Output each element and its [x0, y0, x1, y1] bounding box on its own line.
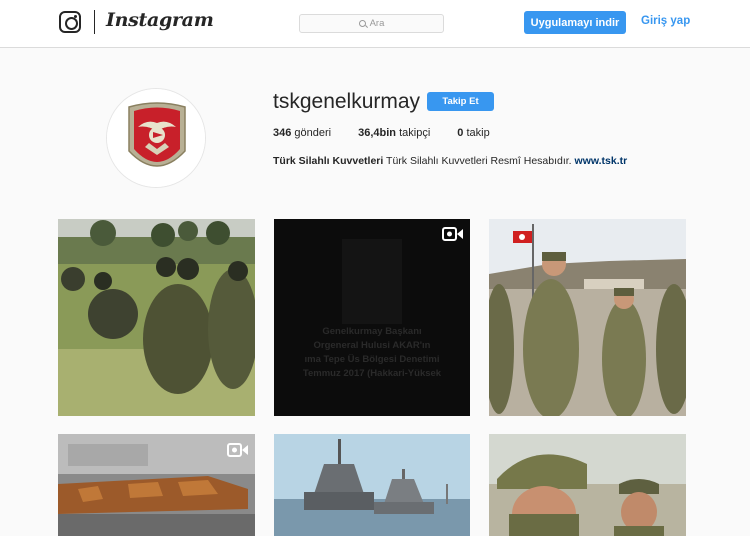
post-thumbnail[interactable]: Genelkurmay Başkanı Orgeneral Hulusi AKA… [274, 219, 470, 416]
post-thumbnail[interactable] [274, 434, 470, 536]
profile-stats: 346 gönderi 36,4bin takipçi 0 takip [273, 127, 517, 139]
post-image [58, 434, 255, 536]
tsk-emblem-icon [107, 89, 205, 187]
svg-text:Genelkurmay Başkanı: Genelkurmay Başkanı [322, 326, 421, 337]
post-thumbnail[interactable] [489, 219, 686, 416]
svg-text:Temmuz 2017 (Hakkari-Yüksek: Temmuz 2017 (Hakkari-Yüksek [303, 368, 442, 379]
search-input[interactable]: Ara [299, 14, 444, 33]
top-navbar: Instagram Ara Uygulamayı indir Giriş yap [0, 0, 750, 48]
following-count[interactable]: 0 takip [457, 127, 489, 139]
search-icon [358, 20, 366, 27]
profile-username: tskgenelkurmay [273, 90, 421, 113]
website-link[interactable]: www.tsk.tr [575, 155, 628, 167]
logo-divider [94, 10, 95, 34]
posts-count: 346 gönderi [273, 127, 332, 139]
search-placeholder: Ara [369, 18, 385, 29]
post-image [489, 434, 686, 536]
svg-text:ıma Tepe Üs Bölgesi Denetimi: ıma Tepe Üs Bölgesi Denetimi [305, 354, 440, 365]
post-image [58, 219, 255, 416]
follow-button[interactable]: Takip Et [427, 92, 494, 111]
profile-bio: Türk Silahlı Kuvvetleri Türk Silahlı Kuv… [273, 155, 627, 167]
video-camera-icon [442, 227, 463, 241]
svg-text:Orgeneral Hulusi AKAR'ın: Orgeneral Hulusi AKAR'ın [314, 340, 431, 351]
video-camera-icon [227, 443, 248, 457]
post-thumbnail[interactable] [58, 434, 255, 536]
instagram-camera-icon[interactable] [59, 11, 81, 33]
post-image [274, 434, 470, 536]
profile-full-name: Türk Silahlı Kuvvetleri [273, 155, 384, 167]
post-thumbnail[interactable] [58, 219, 255, 416]
download-app-button[interactable]: Uygulamayı indir [524, 11, 626, 34]
post-image [489, 219, 686, 416]
profile-avatar[interactable] [106, 88, 206, 188]
followers-count[interactable]: 36,4bin takipçi [358, 127, 430, 139]
login-link[interactable]: Giriş yap [641, 15, 690, 27]
post-image: Genelkurmay Başkanı Orgeneral Hulusi AKA… [274, 219, 470, 416]
bio-text: Türk Silahlı Kuvvetleri Resmî Hesabıdır. [386, 155, 572, 167]
instagram-logo-text[interactable]: Instagram [106, 9, 214, 31]
post-thumbnail[interactable] [489, 434, 686, 536]
